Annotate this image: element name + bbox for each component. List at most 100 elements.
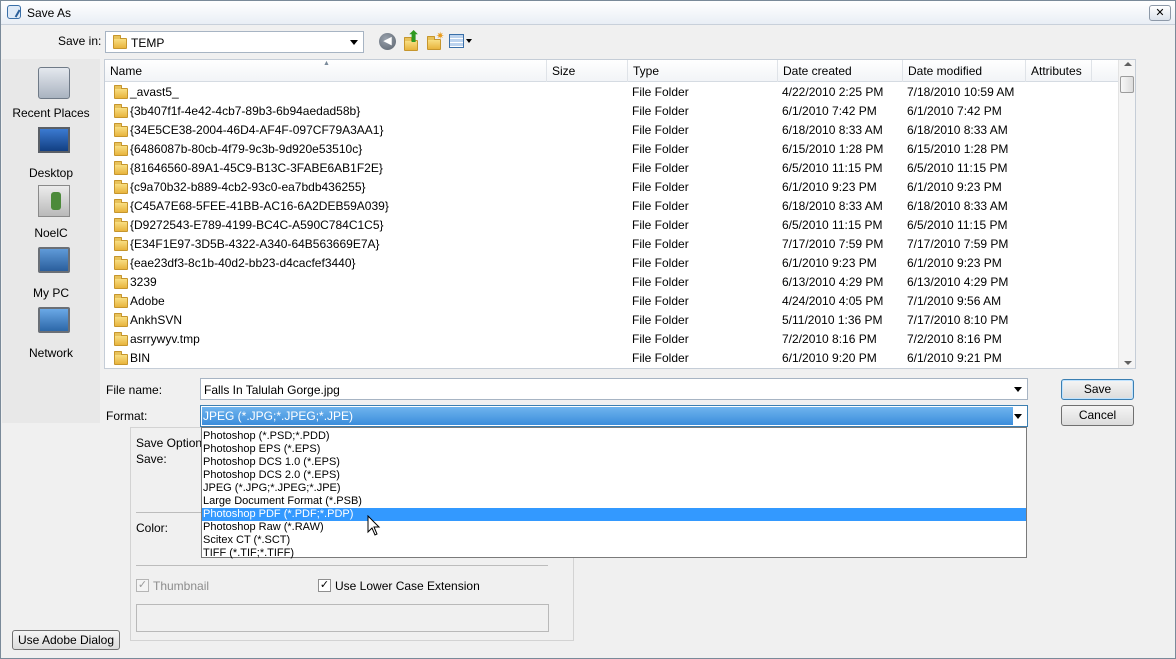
file-cell-modified: 6/18/2010 8:33 AM: [907, 123, 1008, 137]
file-row[interactable]: {C45A7E68-5FEE-41BB-AC16-6A2DEB59A039} Fi…: [105, 197, 1119, 216]
file-cell-created: 6/1/2010 7:42 PM: [782, 104, 877, 118]
photoshop-feather-icon: [7, 5, 21, 19]
file-cell-modified: 6/13/2010 4:29 PM: [907, 275, 1009, 289]
format-dropdown-list[interactable]: Photoshop (*.PSD;*.PDD) Photoshop EPS (*.…: [201, 427, 1027, 560]
column-header-type[interactable]: Type: [628, 60, 778, 82]
format-option[interactable]: JPEG (*.JPG;*.JPEG;*.JPE): [202, 482, 1026, 495]
vertical-scrollbar[interactable]: [1118, 60, 1135, 368]
file-row[interactable]: {E34F1E97-3D5B-4322-A340-64B563669E7A} Fi…: [105, 235, 1119, 254]
file-row[interactable]: 3239 File Folder 6/13/2010 4:29 PM 6/13/201…: [105, 273, 1119, 292]
scroll-thumb[interactable]: [1120, 76, 1134, 93]
folder-icon: [114, 237, 128, 251]
file-row[interactable]: _avast5_ File Folder 4/22/2010 2:25 PM 7/18…: [105, 83, 1119, 102]
network-icon: [38, 307, 70, 333]
window-title: Save As: [27, 6, 72, 20]
file-cell-type: File Folder: [632, 142, 689, 156]
file-cell-type: File Folder: [632, 332, 689, 346]
file-cell-modified: 7/17/2010 8:10 PM: [907, 313, 1009, 327]
file-cell-modified: 6/5/2010 11:15 PM: [907, 161, 1008, 175]
column-header-date-modified[interactable]: Date modified: [903, 60, 1026, 82]
folder-icon: [114, 104, 128, 118]
chevron-down-icon[interactable]: [1014, 387, 1022, 392]
up-folder-icon[interactable]: ⬆: [402, 29, 422, 52]
scroll-up-icon[interactable]: [1124, 62, 1132, 66]
format-value: JPEG (*.JPG;*.JPEG;*.JPE): [203, 409, 354, 423]
save-in-combo[interactable]: TEMP: [105, 31, 364, 53]
file-row[interactable]: {81646560-89A1-45C9-B13C-3FABE6AB1F2E} Fi…: [105, 159, 1119, 178]
file-row[interactable]: BIN File Folder 6/1/2010 9:20 PM 6/1/2010 9…: [105, 349, 1119, 368]
format-option[interactable]: Photoshop (*.PSD;*.PDD): [202, 430, 1026, 443]
folder-icon: [114, 123, 128, 137]
file-cell-type: File Folder: [632, 161, 689, 175]
format-option[interactable]: Photoshop DCS 1.0 (*.EPS): [202, 456, 1026, 469]
file-cell-created: 6/18/2010 8:33 AM: [782, 123, 883, 137]
file-row[interactable]: Adobe File Folder 4/24/2010 4:05 PM 7/1/201…: [105, 292, 1119, 311]
save-in-label: Save in:: [58, 34, 102, 48]
file-cell-type: File Folder: [632, 199, 689, 213]
file-cell-modified: 7/18/2010 10:59 AM: [907, 85, 1015, 99]
save-options-color-label: Color:: [136, 521, 169, 535]
file-rows: _avast5_ File Folder 4/22/2010 2:25 PM 7/18…: [105, 83, 1119, 368]
chevron-down-icon: [350, 40, 358, 45]
file-row[interactable]: asrrywyv.tmp File Folder 7/2/2010 8:16 PM 7…: [105, 330, 1119, 349]
file-cell-name: 3239: [130, 275, 157, 289]
file-name-input[interactable]: Falls In Talulah Gorge.jpg: [200, 378, 1028, 400]
place-label: Desktop: [28, 166, 74, 180]
place-label: Recent Places: [12, 106, 90, 120]
format-option[interactable]: Photoshop Raw (*.RAW): [202, 521, 1026, 534]
file-cell-type: File Folder: [632, 123, 689, 137]
format-select[interactable]: JPEG (*.JPG;*.JPEG;*.JPE): [200, 405, 1028, 427]
format-option[interactable]: TIFF (*.TIF;*.TIFF): [202, 547, 1026, 560]
file-cell-type: File Folder: [632, 85, 689, 99]
folder-icon: [114, 275, 128, 289]
file-cell-name: asrrywyv.tmp: [130, 332, 200, 346]
file-cell-created: 4/22/2010 2:25 PM: [782, 85, 884, 99]
use-adobe-dialog-button[interactable]: Use Adobe Dialog: [12, 630, 120, 650]
file-name-label: File name:: [106, 383, 163, 397]
desktop-icon: [38, 127, 70, 153]
folder-icon: [114, 351, 128, 365]
cancel-button[interactable]: Cancel: [1061, 405, 1134, 426]
thumbnail-checkbox[interactable]: ✓: [136, 579, 149, 592]
file-row[interactable]: {D9272543-E789-4199-BC4C-A590C784C1C5} Fi…: [105, 216, 1119, 235]
column-header-date-created[interactable]: Date created: [778, 60, 903, 82]
file-cell-type: File Folder: [632, 218, 689, 232]
lower-case-extension-checkbox[interactable]: ✓: [318, 579, 331, 592]
format-option[interactable]: Photoshop DCS 2.0 (*.EPS): [202, 469, 1026, 482]
format-selected: JPEG (*.JPG;*.JPEG;*.JPE): [202, 407, 1013, 425]
format-option[interactable]: Photoshop EPS (*.EPS): [202, 443, 1026, 456]
chevron-down-icon[interactable]: [1014, 414, 1022, 419]
file-cell-modified: 6/1/2010 9:21 PM: [907, 351, 1002, 365]
place-label: NoelC: [34, 226, 68, 240]
file-cell-name: BIN: [130, 351, 151, 365]
column-header-attributes[interactable]: Attributes: [1026, 60, 1092, 82]
file-row[interactable]: {6486087b-80cb-4f79-9c3b-9d920e53510c} Fi…: [105, 140, 1119, 159]
file-row[interactable]: AnkhSVN File Folder 5/11/2010 1:36 PM 7/17/…: [105, 311, 1119, 330]
file-row[interactable]: {c9a70b32-b889-4cb2-93c0-ea7bdb436255} Fi…: [105, 178, 1119, 197]
file-row[interactable]: {eae23df3-8c1b-40d2-bb23-d4cacfef3440} Fi…: [105, 254, 1119, 273]
format-label: Format:: [106, 409, 148, 423]
file-list[interactable]: Name ▲ Size Type Date created Date modif…: [104, 59, 1136, 369]
column-header-size[interactable]: Size: [547, 60, 628, 82]
format-option[interactable]: Photoshop PDF (*.PDF;*.PDP): [202, 508, 1026, 521]
save-button[interactable]: Save: [1061, 379, 1134, 400]
file-cell-type: File Folder: [632, 275, 689, 289]
format-option[interactable]: Scitex CT (*.SCT): [202, 534, 1026, 547]
back-arrow-icon[interactable]: ◀: [379, 33, 396, 50]
up-arrow-icon: ⬆: [407, 29, 421, 46]
save-options-title: Save Option: [136, 436, 203, 450]
file-row[interactable]: {34E5CE38-2004-46D4-AF4F-097CF79A3AA1} Fi…: [105, 121, 1119, 140]
format-option[interactable]: Large Document Format (*.PSB): [202, 495, 1026, 508]
file-cell-modified: 6/15/2010 1:28 PM: [907, 142, 1009, 156]
close-button[interactable]: ✕: [1149, 5, 1171, 21]
new-folder-icon[interactable]: ✷: [425, 31, 445, 52]
view-menu-icon[interactable]: [449, 34, 473, 50]
folder-icon: [114, 180, 128, 194]
file-row[interactable]: {3b407f1f-4e42-4cb7-89b3-6b94aedad58b} Fi…: [105, 102, 1119, 121]
folder-icon: [114, 332, 128, 346]
place-label: Network: [28, 346, 73, 360]
file-name-value: Falls In Talulah Gorge.jpg: [204, 383, 340, 397]
scroll-down-icon[interactable]: [1124, 361, 1132, 365]
file-cell-created: 7/2/2010 8:16 PM: [782, 332, 877, 346]
folder-icon: [114, 313, 128, 327]
